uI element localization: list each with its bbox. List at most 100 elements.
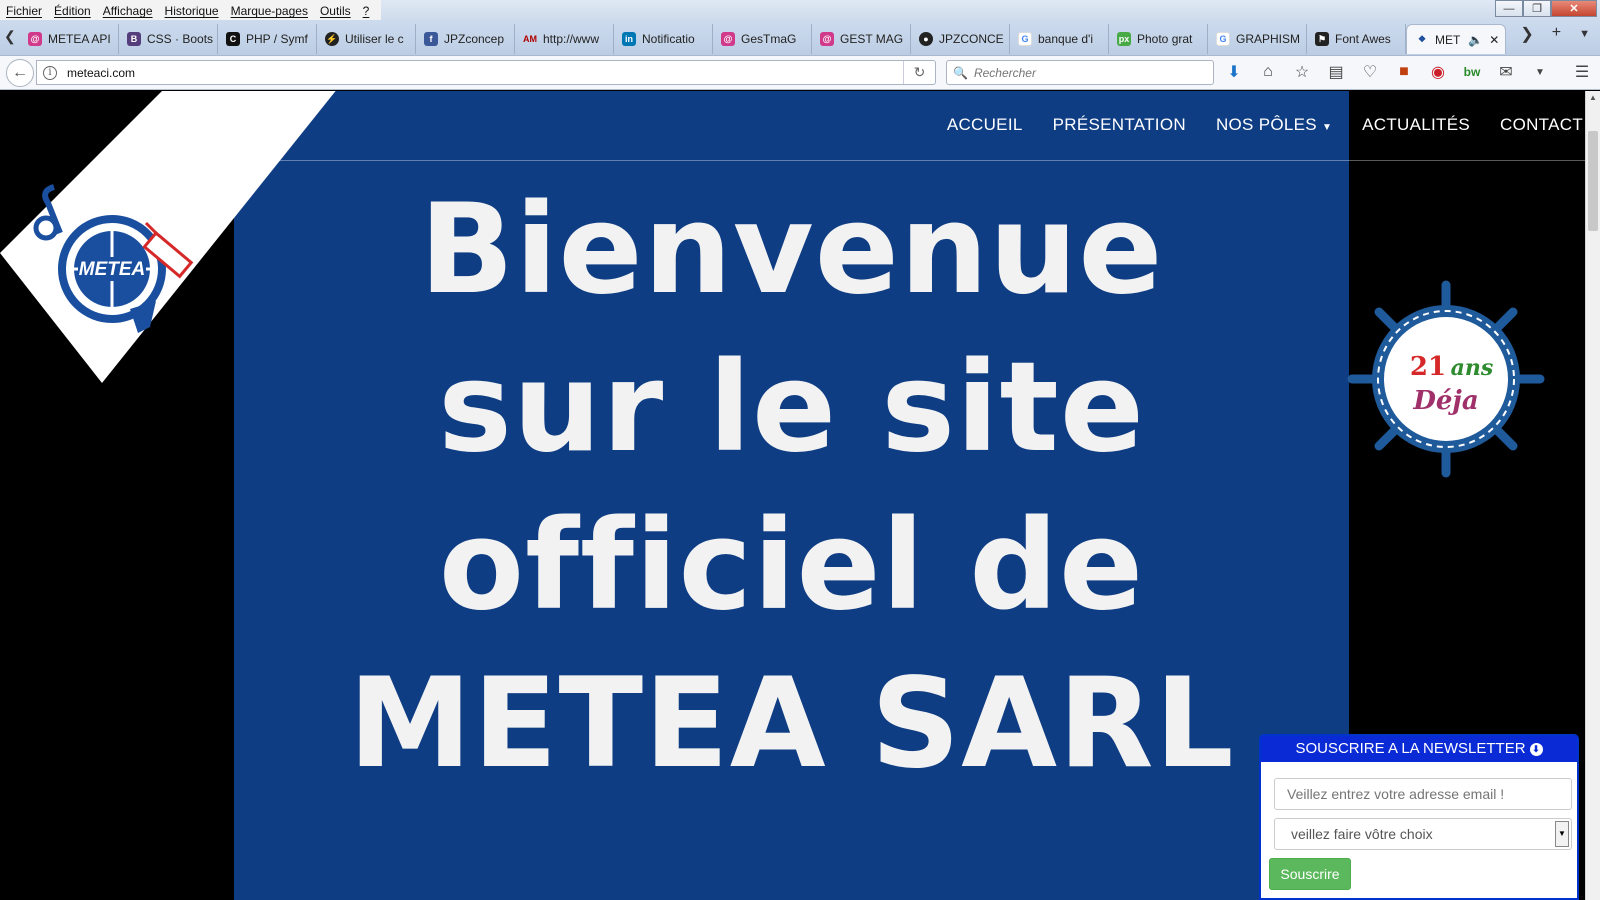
bookmark-star-icon[interactable]: ☆ — [1292, 62, 1312, 82]
tab-label: Utiliser le c — [345, 32, 404, 46]
tab-jpzconce-github[interactable]: ● JPZCONCE — [911, 24, 1010, 54]
nav-contact[interactable]: CONTACT — [1500, 115, 1583, 135]
tab-gestmag[interactable]: @ GesTmaG — [713, 24, 812, 54]
cm-icon: C — [226, 32, 240, 46]
tab-strip: @ METEA API B CSS · Boots C PHP / Symf ⚡ Uti… — [20, 24, 1506, 56]
menu-fichier[interactable]: Fichier — [0, 0, 48, 20]
menu-outils[interactable]: Outils — [314, 0, 357, 20]
hero-line: Bienvenue — [419, 178, 1164, 322]
tab-bar: ❮ @ METEA API B CSS · Boots C PHP / Symf ⚡ U… — [0, 20, 1600, 56]
badge-deja: Déja — [1412, 386, 1478, 416]
menu-bar: Fichier Édition Affichage Historique Mar… — [0, 0, 1600, 20]
home-icon[interactable]: ⌂ — [1258, 62, 1278, 82]
page-scrollbar[interactable]: ▲ — [1585, 91, 1600, 900]
tab-php-symfony[interactable]: C PHP / Symf — [218, 24, 317, 54]
overflow-menu-icon[interactable]: ▼ — [1530, 62, 1550, 82]
url-input[interactable] — [67, 65, 887, 80]
menu-marque-pages[interactable]: Marque-pages — [225, 0, 314, 20]
nav-nos-poles[interactable]: NOS PÔLES ▼ — [1216, 115, 1332, 135]
tab-label: JPZconcep — [444, 32, 505, 46]
newsletter-header[interactable]: SOUSCRIRE A LA NEWSLETTER ⬇ — [1261, 736, 1577, 762]
tab-scroll-right-icon[interactable]: ❯ — [1520, 24, 1533, 44]
bolt-icon: ⚡ — [325, 32, 339, 46]
toolbar-icons: ⬇ ⌂ ☆ ▤ ♡ ■ ◉ bw ✉ ▼ ☰ — [1224, 62, 1592, 82]
select-dropdown-icon[interactable]: ▼ — [1555, 821, 1569, 847]
nav-actualites[interactable]: ACTUALITÉS — [1362, 115, 1470, 135]
tab-jpzconcept-facebook[interactable]: f JPZconcep — [416, 24, 515, 54]
tab-label: GRAPHISM — [1236, 32, 1301, 46]
site-menu: ACCUEIL PRÉSENTATION NOS PÔLES ▼ ACTUALI… — [947, 115, 1585, 135]
tab-label: METEA API — [48, 32, 111, 46]
url-bar[interactable]: i ↻ — [36, 60, 936, 85]
subscribe-button[interactable]: Souscrire — [1269, 858, 1351, 890]
pocket-icon[interactable]: ♡ — [1360, 62, 1380, 82]
tab-font-awesome[interactable]: ⚑ Font Awes — [1307, 24, 1406, 54]
new-tab-icon[interactable]: + — [1552, 24, 1561, 44]
pinterest-icon[interactable]: ◉ — [1428, 62, 1448, 82]
nav-nos-poles-label: NOS PÔLES — [1215, 115, 1317, 134]
back-button[interactable]: ← — [6, 59, 34, 87]
tab-label: Photo grat — [1137, 32, 1193, 46]
hero-heading: Bienvenue sur le site officiel de METEA … — [234, 171, 1349, 803]
tab-label: GEST MAG — [840, 32, 904, 46]
tab-http[interactable]: AM http://www — [515, 24, 614, 54]
facebook-icon: f — [424, 32, 438, 46]
reading-list-icon[interactable]: ▤ — [1326, 62, 1346, 82]
google-icon: G — [1216, 32, 1230, 46]
tab-css-bootstrap[interactable]: B CSS · Boots — [119, 24, 218, 54]
search-icon: 🔍 — [953, 65, 968, 80]
arrow-circle-down-icon[interactable]: ⬇ — [1529, 742, 1543, 756]
linkedin-icon: in — [622, 32, 636, 46]
window-controls: — ❐ ✕ — [1495, 0, 1597, 18]
newsletter-widget: SOUSCRIRE A LA NEWSLETTER ⬇ veillez fair… — [1259, 734, 1579, 900]
extension-bw-icon[interactable]: bw — [1462, 62, 1482, 82]
info-icon[interactable]: i — [43, 65, 57, 80]
menu-historique[interactable]: Historique — [159, 0, 225, 20]
tab-utiliser[interactable]: ⚡ Utiliser le c — [317, 24, 416, 54]
bootstrap-icon: B — [127, 32, 141, 46]
hero-line: officiel de — [438, 494, 1145, 638]
hamburger-menu-icon[interactable]: ☰ — [1572, 62, 1592, 82]
pixabay-icon: px — [1117, 32, 1131, 46]
google-icon: G — [1018, 32, 1032, 46]
tab-bar-controls: ❯ + ▼ — [1520, 24, 1600, 44]
tab-graphisme[interactable]: G GRAPHISM — [1208, 24, 1307, 54]
search-input[interactable] — [973, 65, 1204, 80]
menu-affichage[interactable]: Affichage — [97, 0, 159, 20]
tab-gest-mag[interactable]: @ GEST MAG — [812, 24, 911, 54]
tab-label: banque d'i — [1038, 32, 1094, 46]
menu-edition[interactable]: Édition — [48, 0, 97, 20]
scroll-up-icon[interactable]: ▲ — [1589, 93, 1597, 102]
app-icon: @ — [28, 32, 42, 46]
tab-notifications[interactable]: in Notificatio — [614, 24, 713, 54]
tab-photo-gratuite[interactable]: px Photo grat — [1109, 24, 1208, 54]
tab-metea-api[interactable]: @ METEA API — [20, 24, 119, 54]
tab-scroll-left-icon[interactable]: ❮ — [4, 28, 16, 45]
maximize-button[interactable]: ❐ — [1523, 0, 1551, 17]
list-tabs-icon[interactable]: ▼ — [1579, 24, 1590, 44]
menu-help[interactable]: ? — [357, 0, 376, 20]
tab-banque[interactable]: Gbanque d'i — [1010, 24, 1109, 54]
app-icon: @ — [820, 32, 834, 46]
tab-metea-active[interactable]: ❖ MET 🔈 ✕ — [1406, 24, 1506, 54]
extension-misc-icon[interactable]: ✉ — [1496, 62, 1516, 82]
newsletter-email-input[interactable] — [1274, 778, 1572, 810]
nav-presentation[interactable]: PRÉSENTATION — [1053, 115, 1186, 135]
tab-label: PHP / Symf — [246, 32, 308, 46]
extension-icon[interactable]: ■ — [1394, 62, 1414, 82]
close-window-button[interactable]: ✕ — [1551, 0, 1597, 17]
site-logo[interactable]: METEA — [0, 91, 350, 398]
reload-icon[interactable]: ↻ — [903, 61, 935, 84]
scroll-thumb[interactable] — [1588, 131, 1598, 231]
hero-line: METEA SARL — [348, 652, 1235, 796]
nav-accueil[interactable]: ACCUEIL — [947, 115, 1023, 135]
minimize-button[interactable]: — — [1495, 0, 1523, 17]
tab-label: Font Awes — [1335, 32, 1391, 46]
close-tab-icon[interactable]: ✕ — [1489, 33, 1499, 47]
flag-icon: ⚑ — [1315, 32, 1329, 46]
download-icon[interactable]: ⬇ — [1224, 62, 1244, 82]
speaker-icon[interactable]: 🔈 — [1468, 33, 1483, 47]
github-icon: ● — [919, 32, 933, 46]
newsletter-choice-select[interactable]: veillez faire vôtre choix ▼ — [1274, 818, 1572, 850]
search-bar[interactable]: 🔍 — [946, 60, 1214, 85]
